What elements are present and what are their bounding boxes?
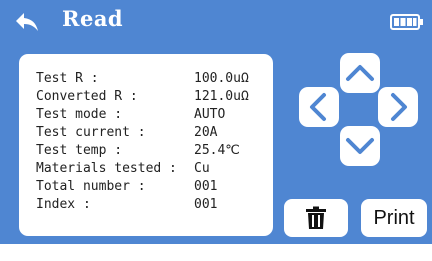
print-button[interactable]: Print: [361, 199, 427, 237]
reading-row-test-mode: Test mode : AUTO: [36, 107, 225, 123]
read-screen: Read Test R : 100.0uΩ Converted R : 121.…: [0, 0, 432, 244]
delete-button[interactable]: [284, 199, 348, 237]
page-title: Read: [62, 6, 124, 31]
back-button[interactable]: [14, 11, 40, 33]
trash-icon: [306, 206, 326, 229]
reading-value: 121.0uΩ: [194, 89, 249, 104]
nav-up-button[interactable]: [340, 53, 380, 93]
nav-right-button[interactable]: [378, 87, 418, 127]
readings-panel: Test R : 100.0uΩ Converted R : 121.0uΩ T…: [19, 54, 273, 236]
reading-row-index: Index : 001: [36, 197, 217, 213]
reading-row-converted-r: Converted R : 121.0uΩ: [36, 89, 249, 105]
reading-label: Converted R :: [36, 89, 138, 104]
chevron-up-icon: [346, 65, 374, 81]
reading-value: 20A: [194, 125, 218, 140]
reading-value: 001: [194, 179, 218, 194]
reading-value: 100.0uΩ: [194, 71, 249, 86]
reading-label: Test R :: [36, 71, 99, 86]
reading-row-test-r: Test R : 100.0uΩ: [36, 71, 249, 87]
reading-label: Total number :: [36, 179, 146, 194]
print-button-label: Print: [373, 206, 415, 229]
reading-row-test-temp: Test temp : 25.4℃: [36, 143, 240, 159]
reading-label: Test mode :: [36, 107, 123, 122]
chevron-right-icon: [391, 93, 407, 121]
reading-label: Test current :: [36, 125, 146, 140]
reading-row-test-current: Test current : 20A: [36, 125, 217, 141]
reading-value: AUTO: [194, 107, 226, 122]
reading-row-total-number: Total number : 001: [36, 179, 217, 195]
reading-label: Materials tested :: [36, 161, 177, 176]
reading-value: 001: [194, 197, 218, 212]
battery-full-icon: [390, 14, 423, 30]
reading-value: 25.4℃: [194, 143, 240, 158]
chevron-down-icon: [346, 138, 374, 154]
reading-label: Test temp :: [36, 143, 123, 158]
reading-row-materials: Materials tested : Cu: [36, 161, 210, 177]
battery-indicator: [390, 14, 424, 30]
nav-down-button[interactable]: [340, 126, 380, 166]
nav-left-button[interactable]: [299, 87, 339, 127]
chevron-left-icon: [310, 93, 326, 121]
reading-label: Index :: [36, 197, 91, 212]
reading-value: Cu: [194, 161, 210, 176]
header-bar: Read: [0, 0, 432, 42]
back-arrow-icon: [16, 13, 38, 31]
